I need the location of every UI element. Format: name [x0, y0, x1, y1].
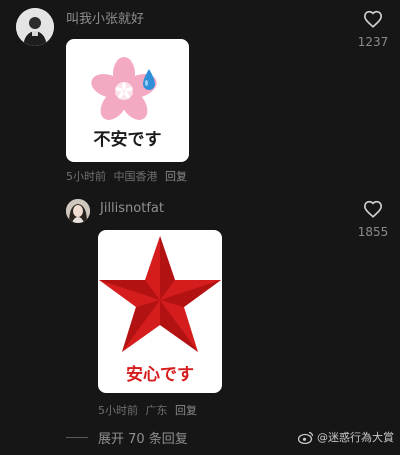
comment-meta: 5小时前 广东 回复	[98, 402, 201, 418]
like-button[interactable]: 1237	[353, 10, 393, 49]
divider	[66, 437, 88, 438]
username[interactable]: Jillisnotfat	[100, 201, 164, 216]
sticker-image[interactable]: 安心です	[98, 230, 222, 393]
avatar[interactable]	[66, 199, 90, 223]
username[interactable]: 叫我小张就好	[66, 8, 144, 27]
expand-replies-label: 展开 70 条回复	[98, 432, 188, 447]
comment-location: 广东	[145, 404, 168, 417]
expand-replies-button[interactable]: 展开 70 条回复	[66, 428, 188, 447]
comment-meta: 5小时前 中国香港 回复	[66, 168, 191, 184]
like-count: 1237	[357, 35, 389, 49]
reply-button[interactable]: 回复	[165, 170, 187, 183]
sticker-caption: 安心です	[126, 365, 194, 385]
like-button[interactable]: 1855	[353, 200, 393, 239]
comment-thread: 叫我小张就好 不安です 5小时前 中国香港 回复 1237 Jillisnotf…	[0, 0, 400, 455]
sticker-image[interactable]: 不安です	[66, 39, 189, 162]
sticker-caption: 不安です	[93, 130, 162, 150]
comment-location: 中国香港	[113, 170, 158, 183]
like-count: 1855	[357, 225, 389, 239]
heart-icon	[363, 200, 383, 218]
avatar[interactable]	[16, 8, 54, 46]
reply-button[interactable]: 回复	[175, 404, 197, 417]
watermark-text: @迷惑行為大賞	[317, 431, 394, 444]
watermark: @迷惑行為大賞	[298, 429, 394, 445]
comment-time: 5小时前	[98, 404, 138, 417]
weibo-icon	[298, 431, 314, 444]
heart-icon	[363, 10, 383, 28]
comment-time: 5小时前	[66, 170, 106, 183]
